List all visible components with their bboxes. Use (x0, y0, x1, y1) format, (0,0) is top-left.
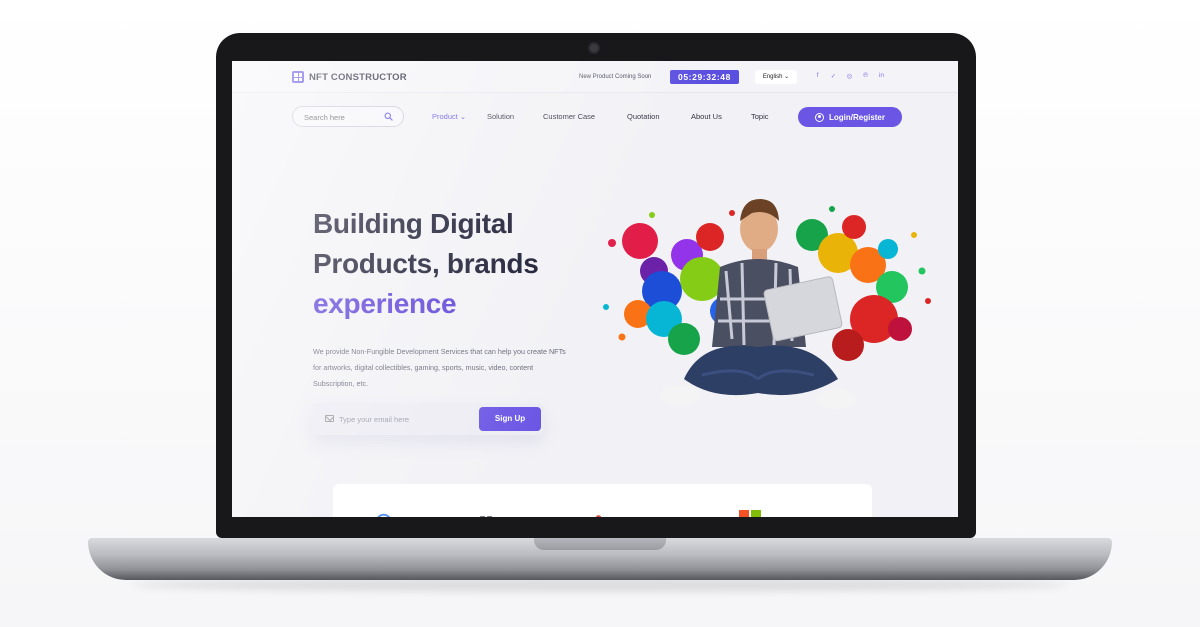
login-register-button[interactable]: Login/Register (798, 107, 902, 127)
laptop-screen: NFT CONSTRUCTOR New Product Coming Soon … (232, 61, 958, 517)
instagram-icon[interactable]: ◎ (846, 72, 853, 80)
language-select[interactable]: English ⌄ (755, 70, 797, 84)
newsletter-form: Sign Up (312, 403, 544, 435)
laptop-shadow (130, 578, 1070, 592)
main-nav: Product ⌄ Solution Customer Case Quotati… (232, 93, 958, 139)
nav-item-quotation[interactable]: Quotation (627, 112, 660, 121)
site-logo[interactable]: NFT CONSTRUCTOR (292, 71, 407, 83)
hero-title-line-1: Building Digital (313, 208, 514, 239)
logo-text: NFT CONSTRUCTOR (309, 71, 407, 83)
microsoft-logo (739, 510, 761, 517)
login-register-label: Login/Register (828, 112, 885, 122)
hero-description: We provide Non-Fungible Development Serv… (313, 347, 566, 388)
twitter-icon[interactable]: ✓ (830, 72, 837, 80)
hero-illustration (603, 199, 931, 409)
search-input[interactable] (304, 111, 384, 123)
nav-item-product[interactable]: Product ⌄ (432, 112, 466, 121)
countdown-timer: 05:29:32:48 (670, 70, 739, 84)
coming-soon-text: New Product Coming Soon (579, 74, 652, 80)
email-input[interactable] (339, 413, 469, 425)
hero-title-line-2: Products, brands (313, 248, 539, 279)
user-icon (814, 112, 824, 122)
search-icon[interactable] (384, 112, 393, 121)
linkedin-icon[interactable]: in (878, 72, 885, 80)
google-logo: ◠ (375, 508, 392, 517)
mail-icon (325, 415, 334, 422)
logo-grid-icon (292, 71, 304, 83)
pinterest-icon[interactable]: ℗ (862, 72, 869, 80)
laptop-open-notch (534, 538, 666, 550)
monday-logo: • (595, 508, 602, 517)
slack-logo: ▪▪ (479, 508, 493, 517)
facebook-icon[interactable]: f (814, 72, 821, 80)
top-bar: NFT CONSTRUCTOR New Product Coming Soon … (232, 61, 958, 93)
nav-item-customer-case[interactable]: Customer Case (543, 112, 595, 121)
hero-title: Building Digital Products, brands (313, 204, 539, 284)
social-links: f ✓ ◎ ℗ in (814, 72, 885, 80)
product-mockup-stage: NFT CONSTRUCTOR New Product Coming Soon … (0, 0, 1200, 627)
nav-item-solution[interactable]: Solution (487, 112, 514, 121)
nav-item-topic[interactable]: Topic (751, 112, 769, 121)
search-box (292, 106, 404, 127)
partner-logos-strip: ◠ ▪▪ • (333, 484, 872, 517)
nav-item-about-us[interactable]: About Us (691, 112, 722, 121)
webcam (588, 42, 600, 54)
hero-title-accent: experience (313, 288, 457, 319)
sign-up-button[interactable]: Sign Up (479, 407, 541, 431)
